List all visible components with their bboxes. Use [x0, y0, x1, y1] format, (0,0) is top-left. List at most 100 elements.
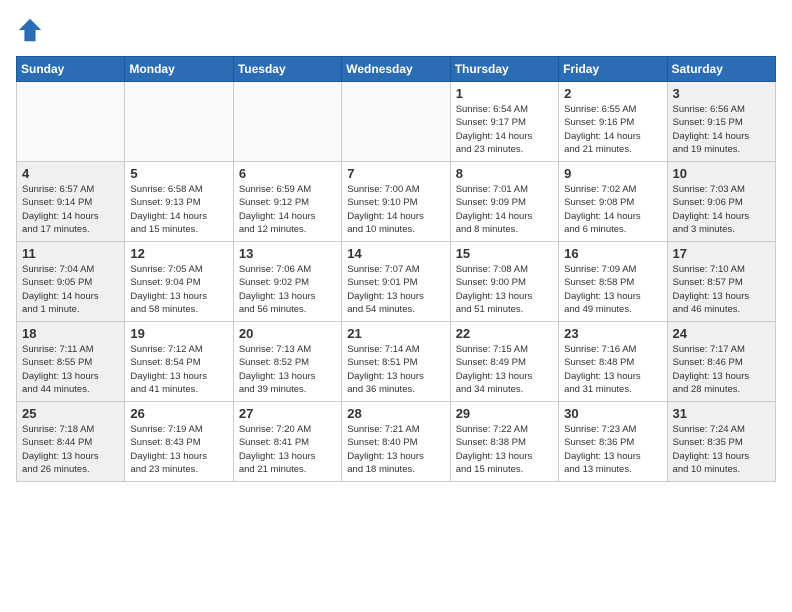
- day-number: 26: [130, 406, 227, 421]
- column-header-sunday: Sunday: [17, 57, 125, 82]
- calendar-cell: 23 Sunrise: 7:16 AM Sunset: 8:48 PM Dayli…: [559, 322, 667, 402]
- calendar-cell: 3 Sunrise: 6:56 AM Sunset: 9:15 PM Daylig…: [667, 82, 775, 162]
- day-info: Sunrise: 6:59 AM Sunset: 9:12 PM Dayligh…: [239, 183, 336, 236]
- day-info: Sunrise: 7:13 AM Sunset: 8:52 PM Dayligh…: [239, 343, 336, 396]
- column-header-thursday: Thursday: [450, 57, 558, 82]
- calendar-cell: 11 Sunrise: 7:04 AM Sunset: 9:05 PM Dayli…: [17, 242, 125, 322]
- day-info: Sunrise: 7:02 AM Sunset: 9:08 PM Dayligh…: [564, 183, 661, 236]
- day-number: 15: [456, 246, 553, 261]
- calendar-body: 1Sunrise: 6:54 AM Sunset: 9:17 PM Daylig…: [17, 82, 776, 482]
- day-number: 23: [564, 326, 661, 341]
- calendar-cell: 25 Sunrise: 7:18 AM Sunset: 8:44 PM Dayli…: [17, 402, 125, 482]
- calendar-cell: 17 Sunrise: 7:10 AM Sunset: 8:57 PM Dayli…: [667, 242, 775, 322]
- day-number: 11: [22, 246, 119, 261]
- column-header-saturday: Saturday: [667, 57, 775, 82]
- calendar-cell: 10 Sunrise: 7:03 AM Sunset: 9:06 PM Dayli…: [667, 162, 775, 242]
- day-info: Sunrise: 6:54 AM Sunset: 9:17 PM Dayligh…: [456, 103, 553, 156]
- week-row-4: 18 Sunrise: 7:11 AM Sunset: 8:55 PM Dayli…: [17, 322, 776, 402]
- day-info: Sunrise: 7:06 AM Sunset: 9:02 PM Dayligh…: [239, 263, 336, 316]
- page-header: [16, 16, 776, 44]
- day-number: 30: [564, 406, 661, 421]
- day-number: 3: [673, 86, 770, 101]
- calendar-cell: 14Sunrise: 7:07 AM Sunset: 9:01 PM Dayli…: [342, 242, 450, 322]
- day-info: Sunrise: 7:15 AM Sunset: 8:49 PM Dayligh…: [456, 343, 553, 396]
- day-number: 19: [130, 326, 227, 341]
- calendar-cell: 29 Sunrise: 7:22 AM Sunset: 8:38 PM Dayli…: [450, 402, 558, 482]
- day-info: Sunrise: 7:14 AM Sunset: 8:51 PM Dayligh…: [347, 343, 444, 396]
- day-number: 29: [456, 406, 553, 421]
- day-number: 16: [564, 246, 661, 261]
- day-info: Sunrise: 7:20 AM Sunset: 8:41 PM Dayligh…: [239, 423, 336, 476]
- day-number: 2: [564, 86, 661, 101]
- day-info: Sunrise: 6:56 AM Sunset: 9:15 PM Dayligh…: [673, 103, 770, 156]
- day-number: 6: [239, 166, 336, 181]
- header-row: SundayMondayTuesdayWednesdayThursdayFrid…: [17, 57, 776, 82]
- day-number: 28: [347, 406, 444, 421]
- calendar-cell: [17, 82, 125, 162]
- day-info: Sunrise: 7:01 AM Sunset: 9:09 PM Dayligh…: [456, 183, 553, 236]
- calendar-cell: 5Sunrise: 6:58 AM Sunset: 9:13 PM Daylig…: [125, 162, 233, 242]
- calendar-cell: 12 Sunrise: 7:05 AM Sunset: 9:04 PM Dayli…: [125, 242, 233, 322]
- day-info: Sunrise: 7:21 AM Sunset: 8:40 PM Dayligh…: [347, 423, 444, 476]
- day-info: Sunrise: 7:11 AM Sunset: 8:55 PM Dayligh…: [22, 343, 119, 396]
- calendar-cell: 30 Sunrise: 7:23 AM Sunset: 8:36 PM Dayli…: [559, 402, 667, 482]
- day-info: Sunrise: 7:00 AM Sunset: 9:10 PM Dayligh…: [347, 183, 444, 236]
- column-header-friday: Friday: [559, 57, 667, 82]
- day-number: 27: [239, 406, 336, 421]
- calendar-cell: 6 Sunrise: 6:59 AM Sunset: 9:12 PM Daylig…: [233, 162, 341, 242]
- calendar-table: SundayMondayTuesdayWednesdayThursdayFrid…: [16, 56, 776, 482]
- calendar-cell: 19Sunrise: 7:12 AM Sunset: 8:54 PM Dayli…: [125, 322, 233, 402]
- day-info: Sunrise: 7:17 AM Sunset: 8:46 PM Dayligh…: [673, 343, 770, 396]
- day-number: 10: [673, 166, 770, 181]
- day-info: Sunrise: 7:18 AM Sunset: 8:44 PM Dayligh…: [22, 423, 119, 476]
- day-number: 20: [239, 326, 336, 341]
- day-info: Sunrise: 7:07 AM Sunset: 9:01 PM Dayligh…: [347, 263, 444, 316]
- day-number: 18: [22, 326, 119, 341]
- day-info: Sunrise: 7:09 AM Sunset: 8:58 PM Dayligh…: [564, 263, 661, 316]
- calendar-cell: 15 Sunrise: 7:08 AM Sunset: 9:00 PM Dayli…: [450, 242, 558, 322]
- week-row-5: 25 Sunrise: 7:18 AM Sunset: 8:44 PM Dayli…: [17, 402, 776, 482]
- day-number: 8: [456, 166, 553, 181]
- calendar-cell: 13 Sunrise: 7:06 AM Sunset: 9:02 PM Dayli…: [233, 242, 341, 322]
- day-number: 7: [347, 166, 444, 181]
- calendar-header: SundayMondayTuesdayWednesdayThursdayFrid…: [17, 57, 776, 82]
- day-number: 12: [130, 246, 227, 261]
- calendar-cell: 2 Sunrise: 6:55 AM Sunset: 9:16 PM Daylig…: [559, 82, 667, 162]
- day-info: Sunrise: 7:05 AM Sunset: 9:04 PM Dayligh…: [130, 263, 227, 316]
- day-info: Sunrise: 7:08 AM Sunset: 9:00 PM Dayligh…: [456, 263, 553, 316]
- day-number: 22: [456, 326, 553, 341]
- calendar-cell: 4Sunrise: 6:57 AM Sunset: 9:14 PM Daylig…: [17, 162, 125, 242]
- day-number: 9: [564, 166, 661, 181]
- week-row-3: 11 Sunrise: 7:04 AM Sunset: 9:05 PM Dayli…: [17, 242, 776, 322]
- calendar-cell: 20 Sunrise: 7:13 AM Sunset: 8:52 PM Dayli…: [233, 322, 341, 402]
- calendar-cell: [342, 82, 450, 162]
- day-info: Sunrise: 7:16 AM Sunset: 8:48 PM Dayligh…: [564, 343, 661, 396]
- calendar-cell: 31 Sunrise: 7:24 AM Sunset: 8:35 PM Dayli…: [667, 402, 775, 482]
- day-info: Sunrise: 7:23 AM Sunset: 8:36 PM Dayligh…: [564, 423, 661, 476]
- calendar-cell: 26Sunrise: 7:19 AM Sunset: 8:43 PM Dayli…: [125, 402, 233, 482]
- week-row-1: 1Sunrise: 6:54 AM Sunset: 9:17 PM Daylig…: [17, 82, 776, 162]
- day-number: 13: [239, 246, 336, 261]
- week-row-2: 4Sunrise: 6:57 AM Sunset: 9:14 PM Daylig…: [17, 162, 776, 242]
- day-info: Sunrise: 6:58 AM Sunset: 9:13 PM Dayligh…: [130, 183, 227, 236]
- day-info: Sunrise: 7:03 AM Sunset: 9:06 PM Dayligh…: [673, 183, 770, 236]
- calendar-cell: 28 Sunrise: 7:21 AM Sunset: 8:40 PM Dayli…: [342, 402, 450, 482]
- day-number: 24: [673, 326, 770, 341]
- day-info: Sunrise: 6:55 AM Sunset: 9:16 PM Dayligh…: [564, 103, 661, 156]
- column-header-monday: Monday: [125, 57, 233, 82]
- day-info: Sunrise: 7:10 AM Sunset: 8:57 PM Dayligh…: [673, 263, 770, 316]
- calendar-cell: 22 Sunrise: 7:15 AM Sunset: 8:49 PM Dayli…: [450, 322, 558, 402]
- logo: [16, 16, 50, 44]
- calendar-cell: 18 Sunrise: 7:11 AM Sunset: 8:55 PM Dayli…: [17, 322, 125, 402]
- calendar-cell: [125, 82, 233, 162]
- calendar-cell: 27 Sunrise: 7:20 AM Sunset: 8:41 PM Dayli…: [233, 402, 341, 482]
- calendar-cell: 8 Sunrise: 7:01 AM Sunset: 9:09 PM Daylig…: [450, 162, 558, 242]
- calendar-cell: 24 Sunrise: 7:17 AM Sunset: 8:46 PM Dayli…: [667, 322, 775, 402]
- day-number: 25: [22, 406, 119, 421]
- calendar-cell: 7 Sunrise: 7:00 AM Sunset: 9:10 PM Daylig…: [342, 162, 450, 242]
- day-info: Sunrise: 7:04 AM Sunset: 9:05 PM Dayligh…: [22, 263, 119, 316]
- day-info: Sunrise: 7:24 AM Sunset: 8:35 PM Dayligh…: [673, 423, 770, 476]
- day-info: Sunrise: 7:22 AM Sunset: 8:38 PM Dayligh…: [456, 423, 553, 476]
- day-number: 17: [673, 246, 770, 261]
- day-number: 31: [673, 406, 770, 421]
